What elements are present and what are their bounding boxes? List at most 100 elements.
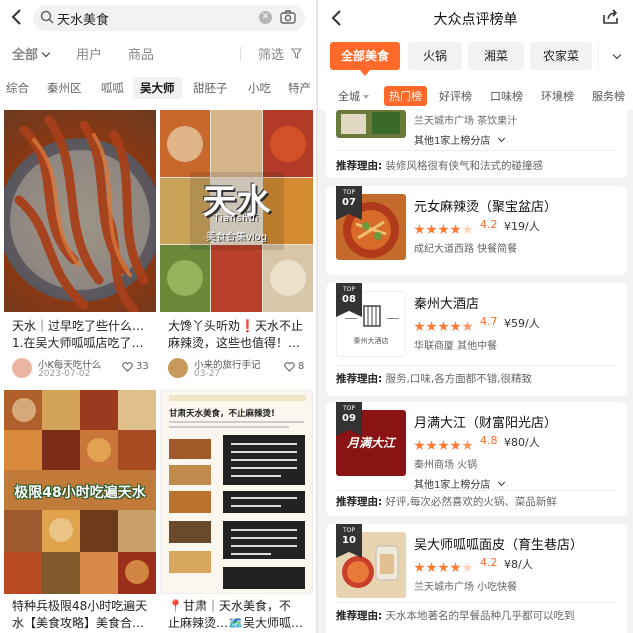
- ranking-subtabs: 全城 热门榜 好评榜 口味榜 环境榜 服务榜: [318, 80, 633, 110]
- recommend-reason: 推荐理由: 天水本地著名的早餐品种几乎都可以吃到: [336, 608, 621, 623]
- chip-guagua[interactable]: 呱呱: [101, 80, 124, 96]
- tab-all[interactable]: 全部: [12, 44, 51, 63]
- page-title: 大众点评榜单: [433, 12, 518, 28]
- reason-label: 推荐理由:: [336, 610, 383, 622]
- hotel-sign-text: 秦州大酒店: [353, 337, 389, 345]
- post-cover-image: 天水 Tianshui 美食合集vlog: [160, 110, 313, 312]
- restaurant-address: 成纪大道西路 快餐简餐: [414, 244, 518, 255]
- badge-top-label: TOP: [342, 189, 355, 196]
- share-icon[interactable]: [602, 9, 619, 25]
- tab-service[interactable]: 服务榜: [592, 88, 625, 104]
- tab-praise[interactable]: 好评榜: [439, 88, 472, 104]
- card-divider: [336, 602, 617, 603]
- ranking-card[interactable]: TOP 10 吴大师呱呱面皮（育生巷店） 4.2 ¥8/人 兰天城市广场 小吃快餐…: [326, 524, 627, 633]
- post-title-line1: 📍甘肃｜天水美食，不: [168, 599, 291, 613]
- tab-hot[interactable]: 热门榜: [384, 86, 427, 106]
- post-title-line2: 止麻辣烫…🗺️吴大师呱…: [168, 616, 303, 630]
- category-all-food[interactable]: 全部美食: [330, 42, 400, 76]
- rating-score: 4.2: [480, 218, 498, 231]
- rank-number: 10: [342, 535, 356, 546]
- post-card[interactable]: 天水 Tianshui 美食合集vlog 大馋丫头听劝❗️天水不止 麻辣烫，这些…: [160, 110, 313, 382]
- chip-wudashi[interactable]: 吴大师: [133, 77, 182, 99]
- tab-users[interactable]: 用户: [76, 44, 102, 63]
- restaurant-address: 兰天城市广场 茶饮果汁: [414, 116, 518, 127]
- ranking-card[interactable]: 兰天城市广场 茶饮果汁 其他1家上榜分店 推荐理由: 装修风格很有侠气和法式的碰…: [326, 110, 627, 178]
- category-tabs: 全部美食 火锅 湘菜 农家菜: [318, 38, 633, 80]
- chevron-down-icon: [41, 48, 51, 58]
- chip-specialty[interactable]: 特产: [288, 80, 311, 96]
- category-hotpot[interactable]: 火锅: [408, 42, 462, 70]
- restaurant-address: 兰天城市广场 小吃快餐: [414, 582, 518, 593]
- like-count: 33: [136, 361, 149, 372]
- other-branches-link[interactable]: 其他1家上榜分店: [414, 132, 505, 147]
- rating-score: 4.7: [480, 315, 498, 328]
- result-type-tabs: 全部 用户 商品 筛选: [0, 40, 316, 66]
- badge-top-label: TOP: [342, 405, 355, 412]
- post-title-line1: 天水｜过早吃了些什么…: [12, 319, 145, 333]
- dropdown-triangle-icon: [363, 95, 369, 99]
- rank-number: 08: [342, 294, 356, 305]
- badge-top-label: TOP: [342, 286, 355, 293]
- restaurant-name: 月满大江（财富阳光店）: [414, 416, 558, 431]
- chip-tianpeizi[interactable]: 甜胚子: [193, 80, 228, 96]
- chevron-down-icon: [497, 134, 505, 143]
- restaurant-address: 秦州商场 火锅: [414, 460, 478, 471]
- post-title-line2: 水【美食攻略】美食合…: [12, 616, 145, 630]
- post-title: 天水｜过早吃了些什么… 1.在吴大师呱呱店吃了…: [12, 318, 152, 354]
- post-cover-image: 极限48小时吃遍天水: [4, 390, 156, 594]
- chip-comprehensive[interactable]: 综合: [6, 80, 29, 96]
- clear-icon[interactable]: ✕: [259, 11, 272, 24]
- search-input[interactable]: 天水美食 ✕: [33, 5, 305, 31]
- cover-header: 甘肃天水美食，不止麻辣烫!: [169, 409, 275, 419]
- tabs-divider: [240, 47, 241, 61]
- other-branches-link[interactable]: 其他1家上榜分店: [414, 476, 505, 491]
- avatar[interactable]: [12, 358, 32, 378]
- post-card[interactable]: 甘肃天水美食，不止麻辣烫! 📍甘肃｜天水美食，不 止麻辣烫…🗺️吴大师呱…: [160, 390, 313, 633]
- price-per-person: ¥59/人: [504, 317, 540, 330]
- heart-icon[interactable]: [284, 362, 295, 372]
- search-icon: [40, 10, 54, 24]
- price-per-person: ¥19/人: [504, 220, 540, 233]
- post-title-line1: 特种兵极限48小时吃遍天: [12, 599, 148, 613]
- star-rating: [414, 317, 474, 332]
- filter-button[interactable]: 筛选: [258, 44, 303, 63]
- search-results-panel: 天水美食 ✕ 全部 用户 商品 筛选 综合 秦州区 呱呱 吴大师 甜胚子 小吃 …: [0, 0, 316, 633]
- category-xiang[interactable]: 湘菜: [468, 42, 524, 70]
- ranking-header: 大众点评榜单: [318, 0, 633, 38]
- search-query: 天水美食: [57, 13, 110, 28]
- search-header: 天水美食 ✕: [0, 0, 316, 36]
- branch-label: 其他1家上榜分店: [414, 136, 491, 147]
- post-date: 03-27: [194, 369, 221, 379]
- tab-products[interactable]: 商品: [128, 44, 154, 63]
- ranking-card[interactable]: TOP 07 元女麻辣烫（聚宝盆店） 4.2 ¥19/人 成纪大道西路 快餐简餐: [326, 186, 627, 275]
- ranking-card[interactable]: 月满大江 TOP 09 月满大江（财富阳光店） 4.8 ¥80/人 秦州商场 火锅…: [326, 402, 627, 516]
- cover-subtitle: Tianshui: [213, 214, 260, 224]
- post-date: 2023-07-02: [38, 369, 91, 379]
- category-farm[interactable]: 农家菜: [530, 42, 592, 70]
- price-per-person: ¥80/人: [504, 436, 540, 449]
- restaurant-name: 吴大师呱呱面皮（育生巷店）: [414, 538, 584, 553]
- city-filter[interactable]: 全城: [338, 88, 369, 104]
- chip-snacks[interactable]: 小吃: [248, 80, 271, 96]
- post-title: 特种兵极限48小时吃遍天 水【美食攻略】美食合…: [12, 598, 154, 633]
- tab-taste[interactable]: 口味榜: [490, 88, 523, 104]
- recommend-reason: 推荐理由: 装修风格很有侠气和法式的碰撞感: [336, 158, 621, 173]
- restaurant-name: 元女麻辣烫（聚宝盆店）: [414, 200, 558, 215]
- star-rating: [414, 558, 474, 573]
- post-card[interactable]: 天水｜过早吃了些什么… 1.在吴大师呱呱店吃了… 小K每天吃什么 2023-07…: [4, 110, 156, 382]
- camera-icon[interactable]: [280, 10, 296, 25]
- ranking-card[interactable]: 秦州大酒店 TOP 08 秦州大酒店 4.7 ¥59/人 华联商厦 其他中餐 推荐…: [326, 283, 627, 396]
- heart-icon[interactable]: [122, 362, 133, 372]
- city-filter-label: 全城: [338, 90, 360, 103]
- avatar[interactable]: [168, 358, 188, 378]
- tab-environment[interactable]: 环境榜: [541, 88, 574, 104]
- back-arrow-icon[interactable]: [8, 8, 26, 26]
- chip-qinzhou[interactable]: 秦州区: [47, 80, 82, 96]
- tab-all-label: 全部: [12, 48, 39, 63]
- post-title-line2: 麻辣烫，这些也值得！…: [168, 336, 301, 350]
- chevron-down-icon: [497, 478, 505, 487]
- card-divider: [336, 365, 617, 366]
- chevron-down-icon[interactable]: [612, 50, 622, 60]
- post-card[interactable]: 极限48小时吃遍天水 特种兵极限48小时吃遍天 水【美食攻略】美食合…: [4, 390, 156, 633]
- funnel-icon: [291, 48, 303, 59]
